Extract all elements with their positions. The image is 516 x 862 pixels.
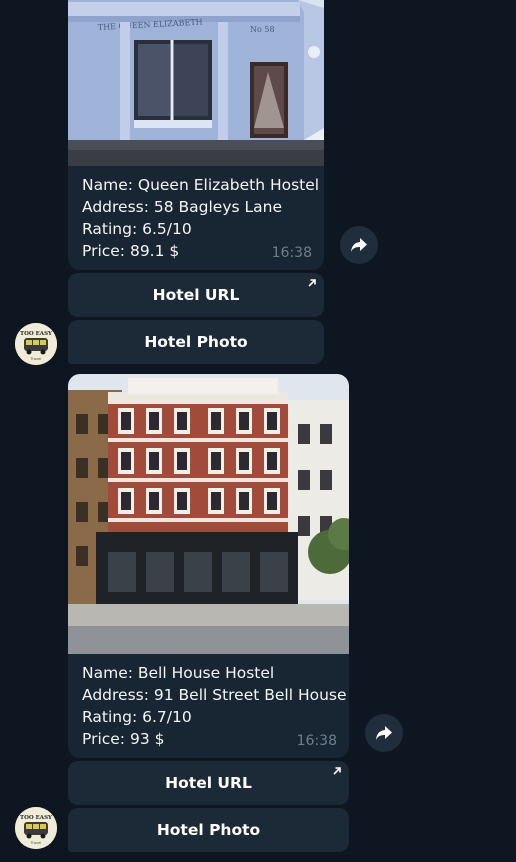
avatar-logo-text: TOO EASY <box>20 331 52 337</box>
avatar-logo-text: TOO EASY <box>20 815 52 821</box>
hotel-rating-text: Rating: 6.7/10 <box>82 708 192 726</box>
hotel-address-text: Address: 58 Bagleys Lane <box>82 198 283 216</box>
share-arrow-icon <box>376 726 392 740</box>
hotel-photo-label: Hotel Photo <box>156 821 261 839</box>
bus-logo-avatar-icon: TOO EASY Travel <box>15 807 57 849</box>
hotel-photo-1[interactable]: THE QUEEN ELIZABETH No 58 <box>68 0 324 166</box>
bot-avatar-2[interactable]: TOO EASY Travel <box>15 807 57 849</box>
hotel-name-text: Name: Bell House Hostel <box>82 664 275 682</box>
bot-avatar-1[interactable]: TOO EASY Travel <box>15 323 57 365</box>
message-bubble-2: Name: Bell House Hostel Address: 91 Bell… <box>68 374 349 758</box>
hotel-rating-text: Rating: 6.5/10 <box>82 220 192 238</box>
hotel-name-text: Name: Queen Elizabeth Hostel <box>82 176 320 194</box>
queen-elizabeth-building-image: THE QUEEN ELIZABETH No 58 <box>68 0 324 166</box>
external-link-icon <box>308 279 316 287</box>
message-time: 16:38 <box>296 733 337 749</box>
avatar-logo-subtext: Travel <box>30 841 41 845</box>
hotel-photo-button-1[interactable]: Hotel Photo <box>68 320 324 364</box>
photo-number-text: No 58 <box>250 25 275 34</box>
hotel-info-caption-1: Name: Queen Elizabeth Hostel Address: 58… <box>68 166 324 270</box>
avatar-logo-subtext: Travel <box>30 357 41 361</box>
hotel-url-label: Hotel URL <box>152 286 240 304</box>
bus-logo-avatar-icon: TOO EASY Travel <box>15 323 57 365</box>
share-button-2[interactable] <box>365 714 403 752</box>
hotel-photo-button-2[interactable]: Hotel Photo <box>68 808 349 852</box>
share-arrow-icon <box>351 238 367 252</box>
hotel-info-caption-2: Name: Bell House Hostel Address: 91 Bell… <box>68 654 349 758</box>
hotel-photo-label: Hotel Photo <box>144 333 248 351</box>
bell-house-building-image <box>68 374 349 654</box>
hotel-url-label: Hotel URL <box>165 774 252 792</box>
hotel-url-button-2[interactable]: Hotel URL <box>68 761 349 805</box>
hotel-url-button-1[interactable]: Hotel URL <box>68 273 324 317</box>
share-button-1[interactable] <box>340 226 378 264</box>
hotel-photo-2[interactable] <box>68 374 349 654</box>
hotel-address-text: Address: 91 Bell Street Bell House <box>82 686 347 704</box>
message-bubble-1: THE QUEEN ELIZABETH No 58 Name: Queen El… <box>68 0 324 270</box>
external-link-icon <box>333 767 341 775</box>
message-time: 16:38 <box>271 245 312 261</box>
